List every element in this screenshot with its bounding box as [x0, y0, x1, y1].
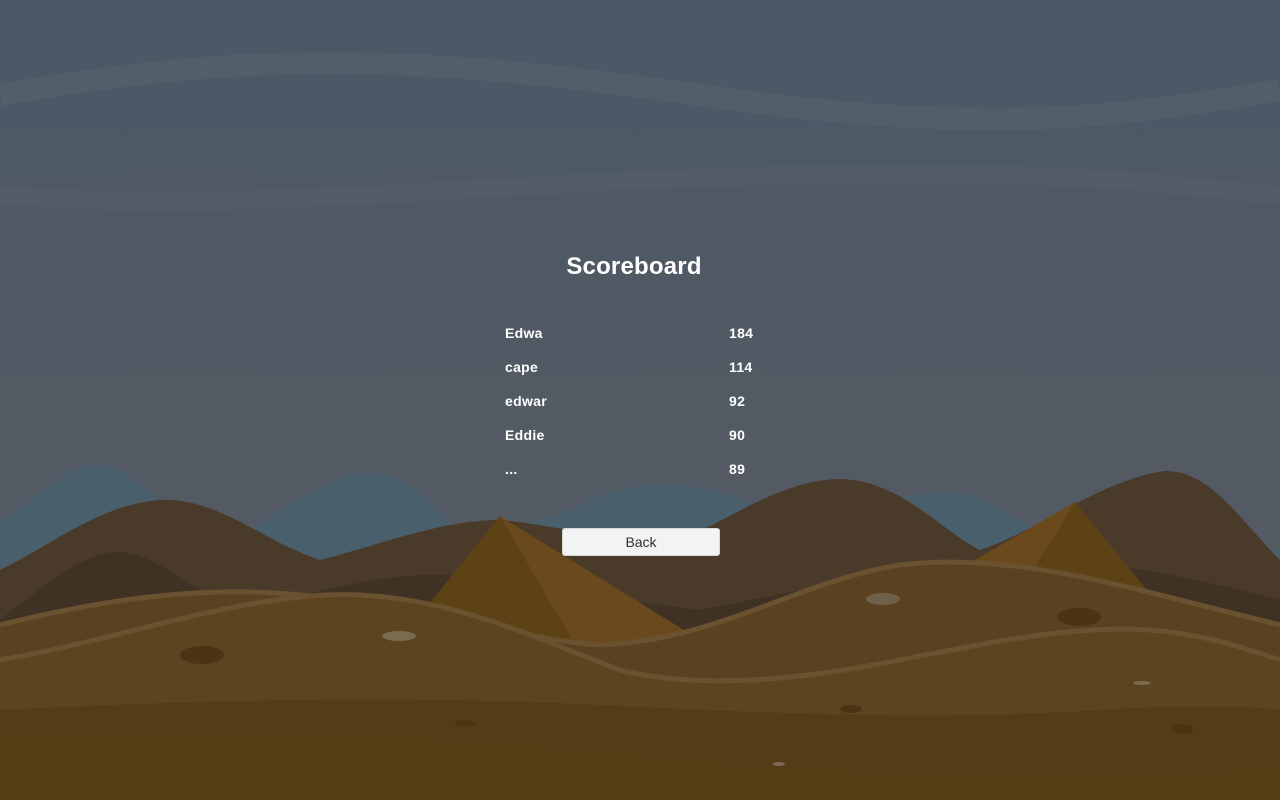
scoreboard-screen: Scoreboard Edwa 184 cape 114 edwar 92 Ed…	[0, 0, 1280, 800]
score-list: Edwa 184 cape 114 edwar 92 Eddie 90 ... …	[505, 325, 785, 495]
score-row: cape 114	[505, 359, 785, 393]
score-row: Eddie 90	[505, 427, 785, 461]
player-name: edwar	[505, 393, 547, 409]
scoreboard-title: Scoreboard	[566, 253, 702, 280]
player-name: Edwa	[505, 325, 543, 341]
player-name: cape	[505, 359, 539, 375]
player-score: 114	[729, 359, 753, 375]
player-score: 89	[729, 461, 746, 477]
score-row: edwar 92	[505, 393, 785, 427]
player-name: ...	[505, 461, 518, 477]
score-row: ... 89	[505, 461, 785, 495]
player-name: Eddie	[505, 427, 545, 443]
player-score: 92	[729, 393, 746, 409]
score-row: Edwa 184	[505, 325, 785, 359]
player-score: 90	[729, 427, 746, 443]
player-score: 184	[729, 325, 754, 341]
back-button[interactable]: Back	[562, 528, 720, 556]
